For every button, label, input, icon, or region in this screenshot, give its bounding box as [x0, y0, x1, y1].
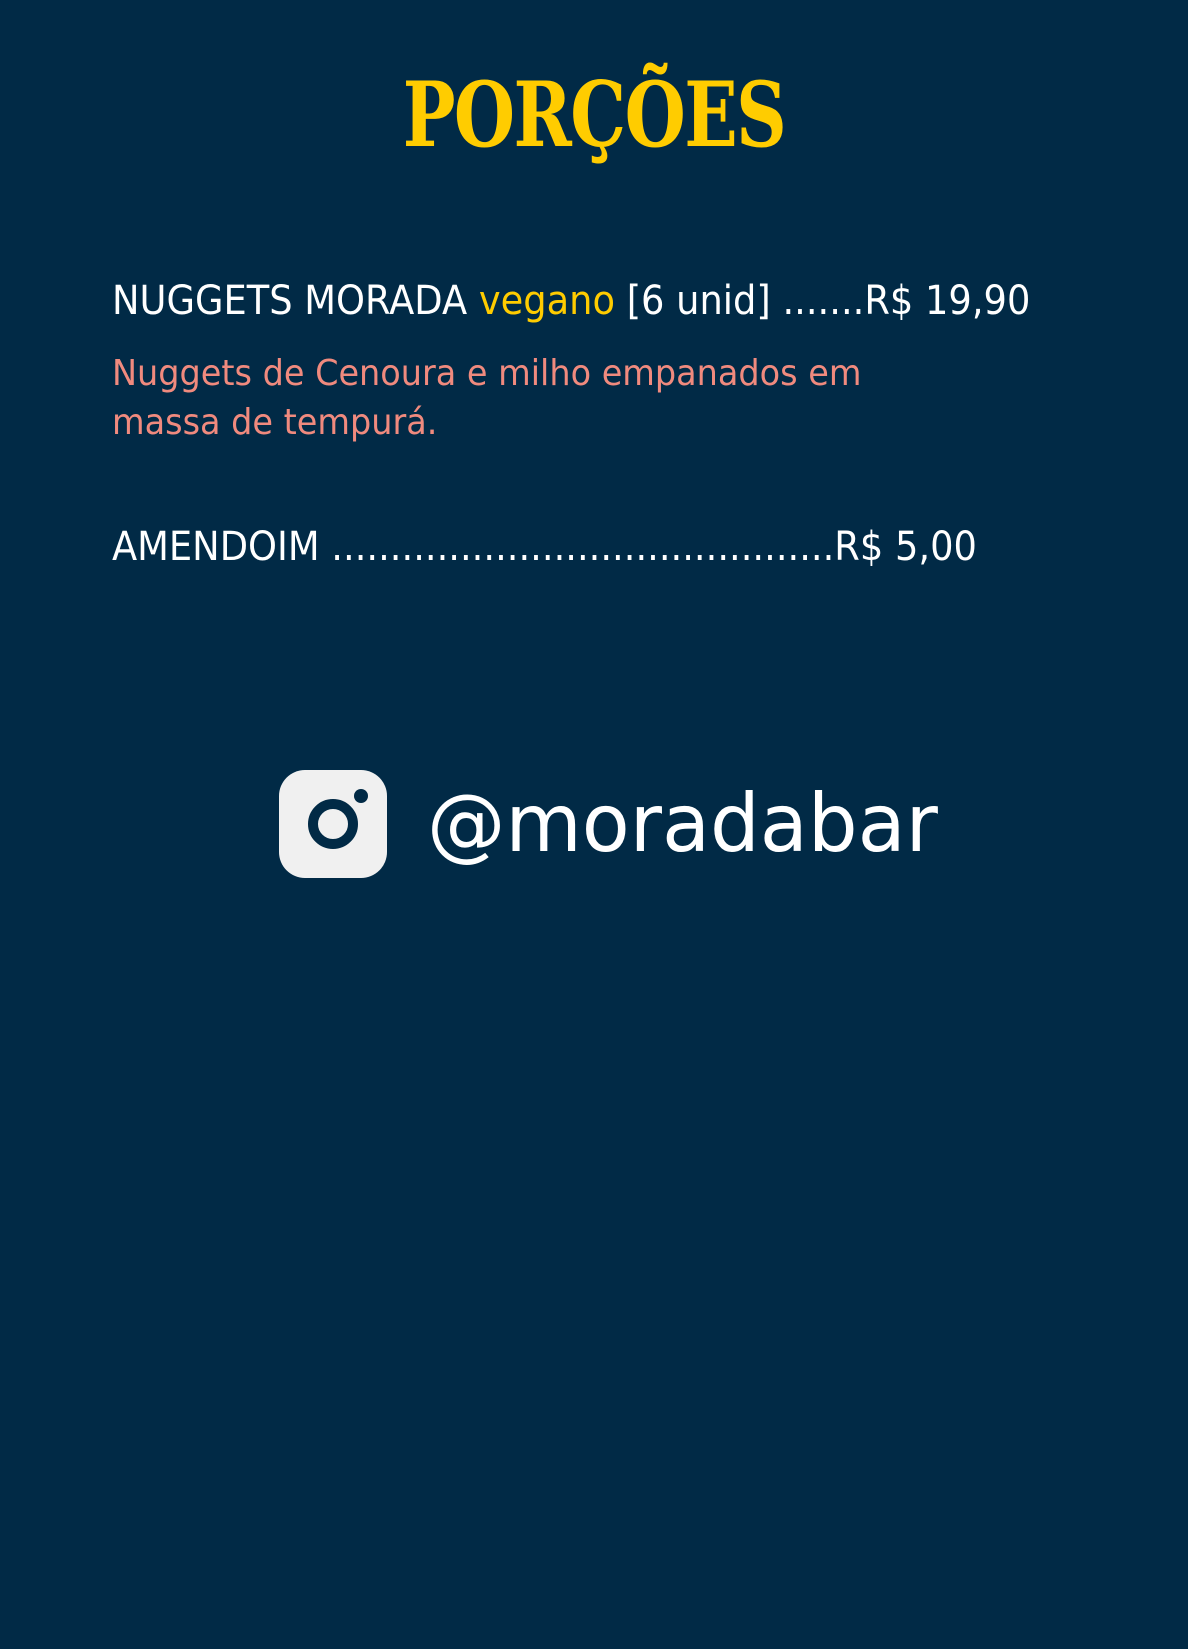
vegan-tag: vegano [478, 278, 615, 324]
social-handle: @moradabar [279, 770, 948, 878]
item-name: NUGGETS MORADA [112, 278, 468, 324]
item-line: AMENDOIM ...............................… [112, 524, 977, 570]
menu-item-nuggets: NUGGETS MORADA vegano [6 unid] .......R$… [112, 281, 1030, 321]
instagram-icon[interactable] [279, 770, 387, 878]
menu-page: PORÇÕES NUGGETS MORADA vegano [6 unid] .… [0, 0, 1188, 1649]
section-title: PORÇÕES [402, 62, 787, 168]
item-description-line: Nuggets de Cenoura e milho empanados em [112, 353, 862, 394]
item-description: Nuggets de Cenoura e milho empanados em … [112, 349, 949, 447]
item-description-line: massa de tempurá. [112, 402, 438, 443]
item-detail-price: [6 unid] .......R$ 19,90 [626, 278, 1031, 324]
menu-item-amendoim: AMENDOIM ...............................… [112, 527, 977, 567]
instagram-handle[interactable]: @moradabar [427, 784, 938, 864]
